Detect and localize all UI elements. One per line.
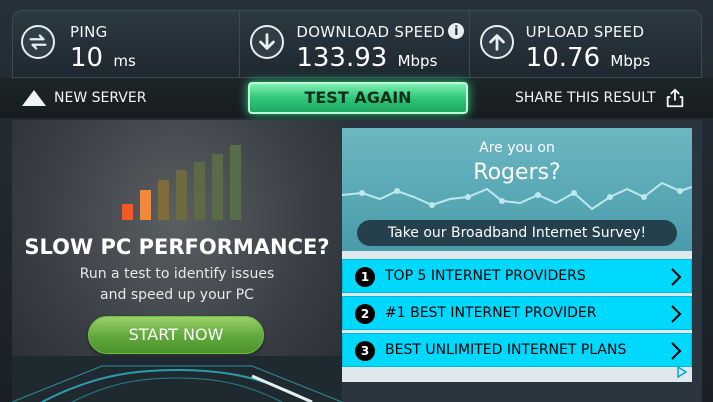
upload-unit: Mbps [610,52,651,70]
slow-pc-title: SLOW PC PERFORMANCE? [24,235,330,259]
signal-bar [212,154,223,220]
link-label: BEST UNLIMITED INTERNET PLANS [385,342,627,358]
ping-unit: ms [113,52,136,70]
slow-pc-text-2: and speed up your PC [100,287,254,303]
start-now-button[interactable]: START NOW [88,316,264,354]
download-unit: Mbps [397,52,438,70]
download-number: 133.93 [296,43,388,73]
link-label: #1 BEST INTERNET PROVIDER [385,305,597,321]
ping-label: PING [70,23,108,41]
download-arrow-icon [250,25,285,59]
signal-bar [140,190,151,220]
main-area: SLOW PC PERFORMANCE? Run a test to ident… [12,120,702,402]
share-label: SHARE THIS RESULT [515,90,656,106]
link-number: 2 [355,304,375,324]
signal-bar [122,204,133,220]
signal-bars-icon [122,145,242,220]
upload-value: 10.76 Mbps [526,43,651,73]
survey-panel[interactable]: Are you on Rogers? Take our Broadband In… [342,128,692,251]
test-again-button[interactable]: TEST AGAIN [248,82,468,114]
results-bar: PING 10 ms DOWNLOAD SPEED i 133.93 Mbps … [12,10,702,78]
download-stat: DOWNLOAD SPEED i 133.93 Mbps [240,11,470,77]
chevron-right-icon [671,342,682,360]
info-icon[interactable]: i [448,23,465,39]
survey-question-line1: Are you on [479,140,555,156]
chevron-right-icon [671,268,682,286]
provider-link[interactable]: 3 BEST UNLIMITED INTERNET PLANS [342,333,692,367]
link-number: 3 [355,341,375,361]
slow-pc-text-1: Run a test to identify issues [79,266,275,282]
new-server-label: NEW SERVER [54,90,147,106]
provider-links: 1 TOP 5 INTERNET PROVIDERS 2 #1 BEST INT… [342,259,692,370]
signal-bar [176,170,187,220]
new-server-button[interactable]: NEW SERVER [22,87,146,109]
download-value: 133.93 Mbps [296,43,437,73]
ping-value: 10 ms [70,43,136,73]
download-label: DOWNLOAD SPEED [296,23,445,41]
slow-pc-ad[interactable]: SLOW PC PERFORMANCE? Run a test to ident… [12,120,342,402]
ping-stat: PING 10 ms [13,11,241,77]
isp-survey-ad: Are you on Rogers? Take our Broadband In… [342,128,692,382]
link-number: 1 [355,267,375,287]
signal-bar [158,180,169,220]
gauge-floor-graphic [12,356,342,402]
signal-bar [230,145,241,220]
survey-button[interactable]: Take our Broadband Internet Survey! [357,220,677,246]
speedtest-app: PING 10 ms DOWNLOAD SPEED i 133.93 Mbps … [0,0,713,402]
upload-stat: UPLOAD SPEED 10.76 Mbps [470,11,701,77]
signal-bar [194,162,205,220]
share-button[interactable]: SHARE THIS RESULT [515,87,686,109]
upload-arrow-icon [479,25,514,59]
action-bar: NEW SERVER TEST AGAIN SHARE THIS RESULT [0,78,713,118]
provider-link[interactable]: 2 #1 BEST INTERNET PROVIDER [342,296,692,330]
upload-number: 10.76 [525,43,601,73]
provider-link[interactable]: 1 TOP 5 INTERNET PROVIDERS [342,259,692,293]
adchoices-icon[interactable] [676,366,688,378]
link-label: TOP 5 INTERNET PROVIDERS [385,268,586,284]
share-icon [666,88,683,108]
ping-number: 10 [70,43,104,73]
upload-label: UPLOAD SPEED [525,23,645,41]
chevron-right-icon [671,305,682,323]
ping-arrows-icon [21,25,55,59]
triangle-icon [22,90,46,106]
